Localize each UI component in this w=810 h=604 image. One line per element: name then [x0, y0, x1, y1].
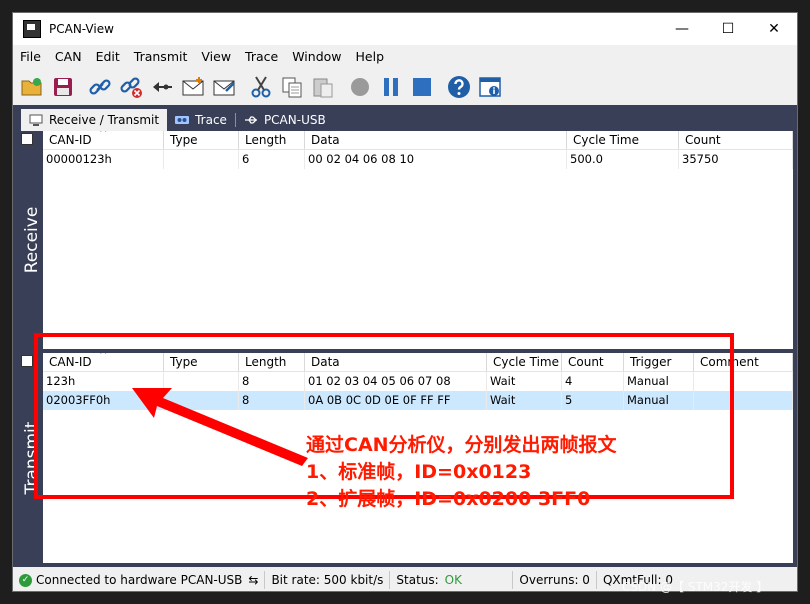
- connected-check-icon: ✓: [19, 573, 32, 587]
- menu-trace[interactable]: Trace: [238, 49, 285, 64]
- menu-window[interactable]: Window: [285, 49, 348, 64]
- grid-corner-icon[interactable]: [21, 133, 33, 145]
- menu-view[interactable]: View: [194, 49, 238, 64]
- pause-icon[interactable]: [378, 74, 404, 100]
- tab-pcan-usb[interactable]: PCAN-USB: [236, 109, 334, 131]
- col-length[interactable]: Length: [239, 131, 305, 149]
- bitrate-status: Bit rate: 500 kbit/s: [265, 571, 391, 589]
- paste-icon[interactable]: [310, 74, 336, 100]
- usb-icon: ⇆: [248, 573, 259, 587]
- menu-help[interactable]: Help: [349, 49, 392, 64]
- receive-grid: CAN-ID ^ Type Length Data Cycle Time Coun…: [21, 131, 793, 349]
- connect-link-icon[interactable]: [87, 74, 113, 100]
- col-cycle-time[interactable]: Cycle Time: [567, 131, 679, 149]
- col-can-id[interactable]: CAN-ID ^: [43, 131, 164, 149]
- menu-edit[interactable]: Edit: [89, 49, 127, 64]
- minimize-button[interactable]: —: [659, 13, 705, 45]
- tab-strip: Receive / Transmit Trace PCAN-USB: [21, 109, 334, 131]
- about-icon[interactable]: [477, 74, 503, 100]
- tab-receive-transmit[interactable]: Receive / Transmit: [21, 109, 168, 131]
- bus-status: Status: OK: [390, 571, 514, 589]
- maximize-button[interactable]: ☐: [705, 13, 751, 45]
- title-bar: PCAN-View — ☐ ✕: [13, 13, 797, 45]
- annotation-line-3: 2、扩展帧，ID=0x0200 3FF0: [306, 488, 591, 510]
- receive-transmit-tab-icon: [29, 114, 43, 126]
- col-count[interactable]: Count: [679, 131, 793, 149]
- grid-corner-icon[interactable]: [21, 355, 33, 367]
- copy-icon[interactable]: [279, 74, 305, 100]
- cut-icon[interactable]: [248, 74, 274, 100]
- receive-grid-header: CAN-ID ^ Type Length Data Cycle Time Coun…: [21, 131, 793, 150]
- status-ok-value: OK: [444, 573, 462, 587]
- menu-file[interactable]: File: [13, 49, 48, 64]
- window-title: PCAN-View: [49, 22, 114, 36]
- record-icon[interactable]: [347, 74, 373, 100]
- annotation-arrow-icon: [132, 388, 308, 466]
- menu-transmit[interactable]: Transmit: [127, 49, 195, 64]
- annotation-line-2: 1、标准帧，ID=0x0123: [306, 461, 532, 483]
- usb-tab-icon: [244, 114, 258, 126]
- sort-up-icon: ^: [99, 131, 108, 139]
- watermark: CSDN @【 STM32开发 】: [622, 580, 769, 594]
- save-icon[interactable]: [50, 74, 76, 100]
- tab-label: Receive / Transmit: [49, 113, 160, 127]
- col-data[interactable]: Data: [305, 131, 567, 149]
- annotation-text: 通过CAN分析仪，分别发出两帧报文 1、标准帧，ID=0x0123 2、扩展帧，…: [306, 432, 617, 513]
- pcan-app-icon: [23, 20, 41, 38]
- toolbar: [13, 69, 797, 105]
- close-button[interactable]: ✕: [751, 13, 797, 45]
- trace-tab-icon: [175, 114, 190, 126]
- menu-bar: File CAN Edit Transmit View Trace Window…: [13, 45, 797, 67]
- connect-folder-icon[interactable]: [19, 74, 45, 100]
- help-icon[interactable]: [446, 74, 472, 100]
- edit-message-icon[interactable]: [211, 74, 237, 100]
- stop-icon[interactable]: [409, 74, 435, 100]
- connection-status: ✓ Connected to hardware PCAN-USB ⇆: [13, 571, 266, 589]
- new-message-icon[interactable]: [180, 74, 206, 100]
- tab-label: Trace: [195, 113, 227, 127]
- receive-arrow-icon[interactable]: [149, 74, 175, 100]
- menu-can[interactable]: CAN: [48, 49, 89, 64]
- annotation-line-1: 通过CAN分析仪，分别发出两帧报文: [306, 434, 617, 456]
- tab-trace[interactable]: Trace: [167, 109, 235, 131]
- disconnect-link-icon[interactable]: [118, 74, 144, 100]
- tab-label: PCAN-USB: [263, 113, 326, 127]
- overruns-status: Overruns: 0: [513, 571, 597, 589]
- receive-side-label: Receive: [21, 131, 43, 349]
- col-type[interactable]: Type: [164, 131, 239, 149]
- table-row[interactable]: 00000123h 6 00 02 04 06 08 10 500.0 3575…: [43, 150, 793, 169]
